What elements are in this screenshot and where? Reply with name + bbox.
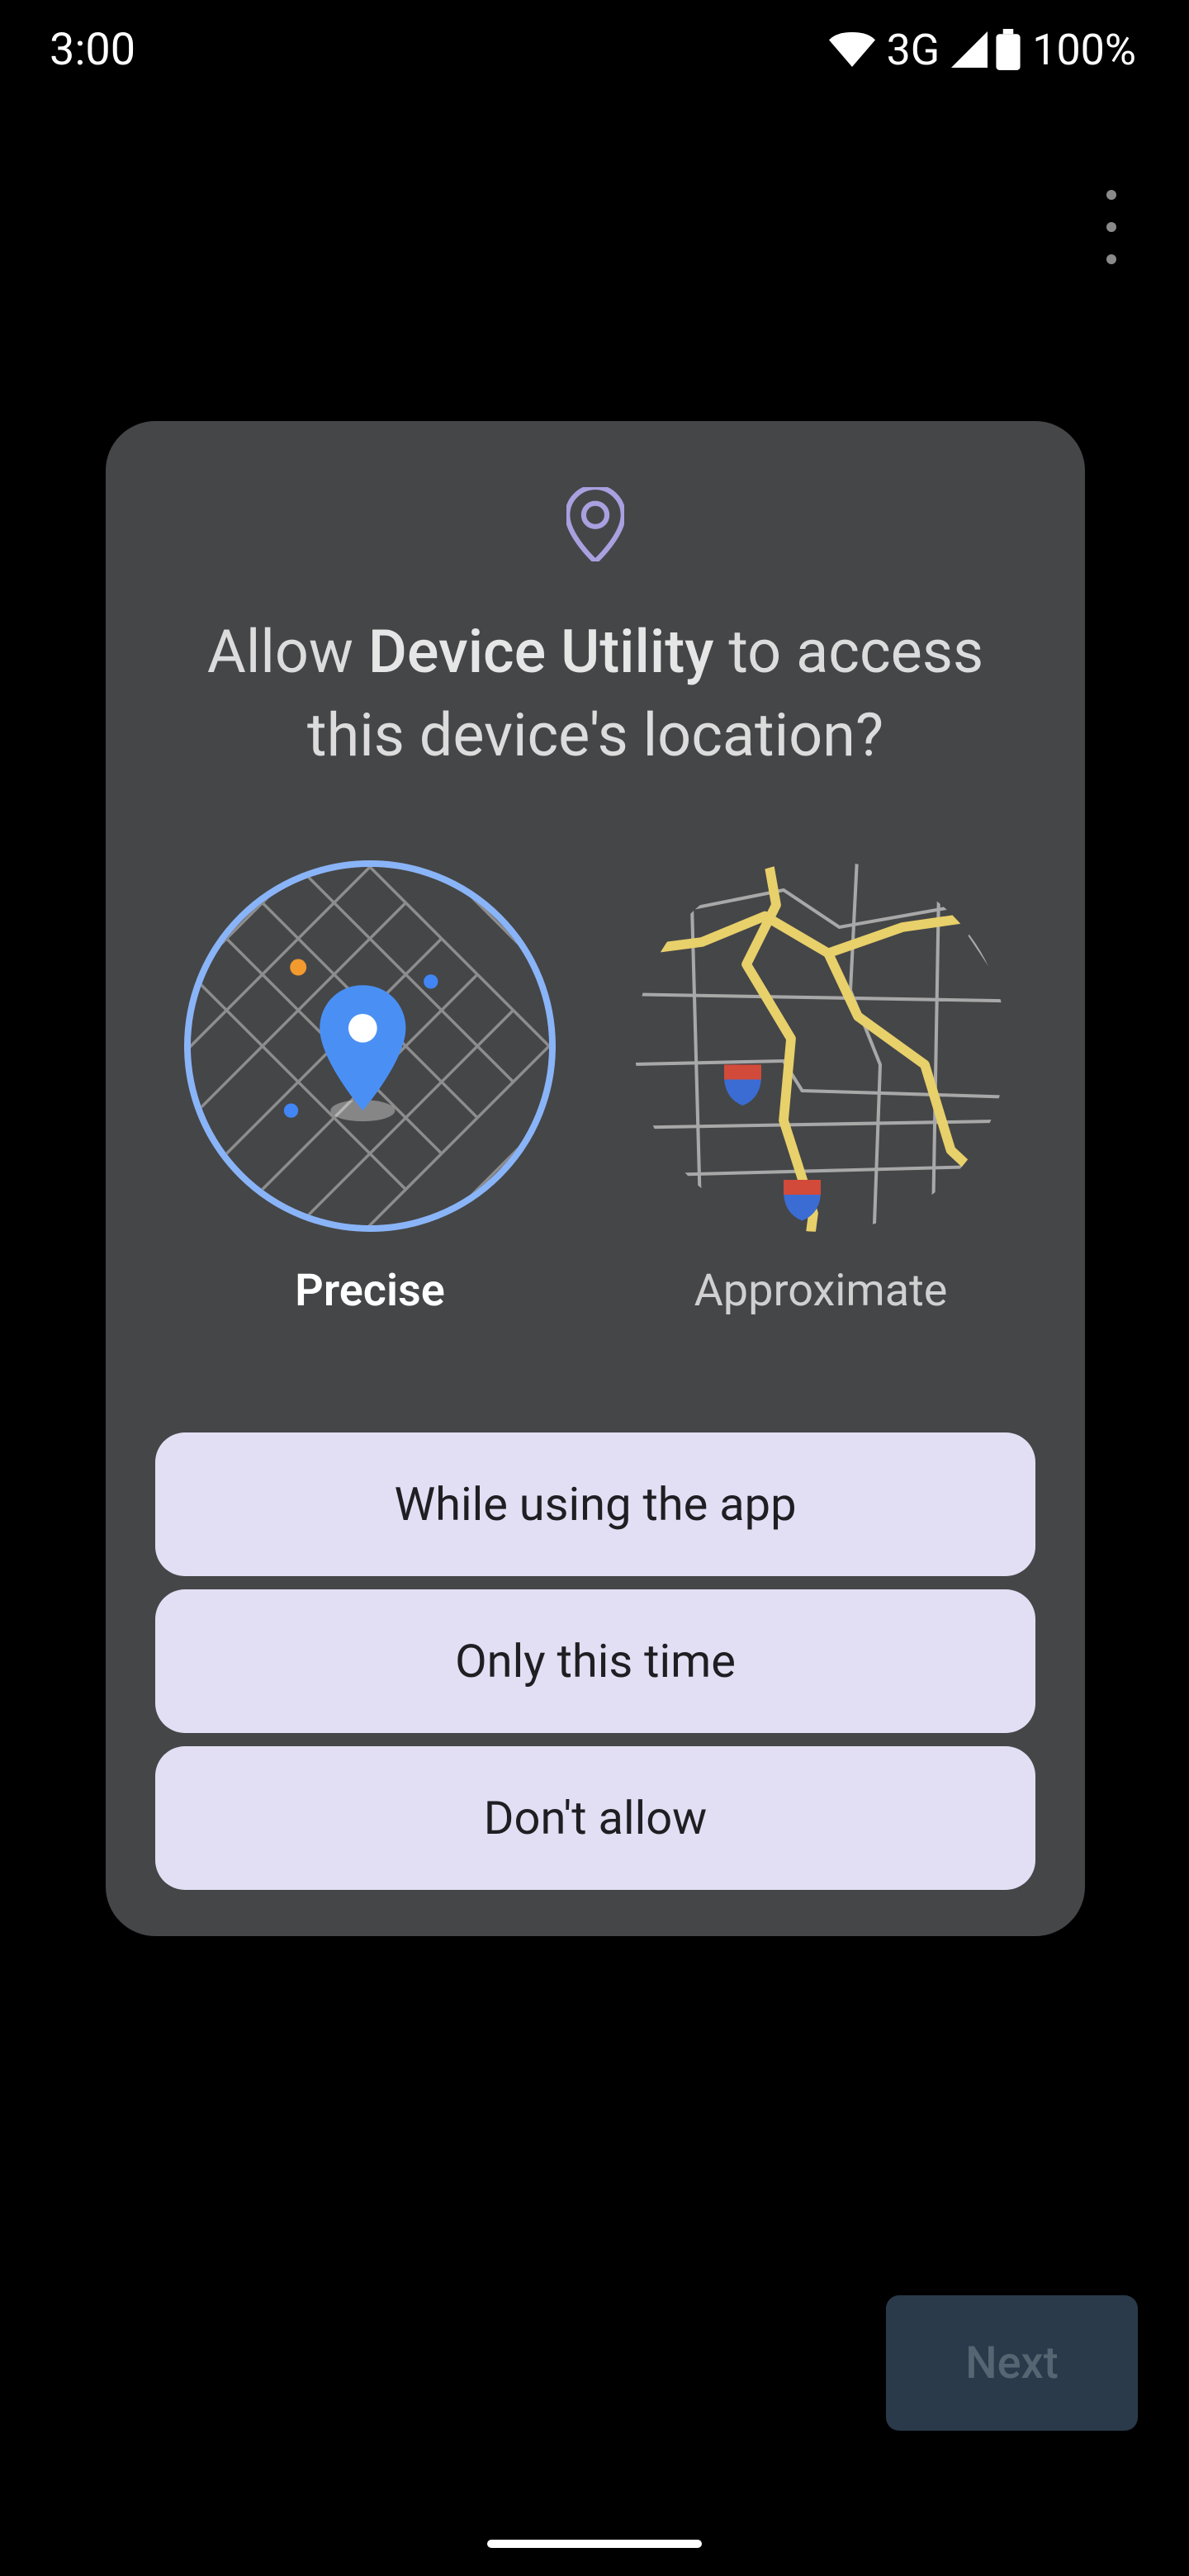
battery-percent: 100% (1032, 25, 1136, 75)
precise-label: Precise (295, 1265, 445, 1317)
dont-allow-button[interactable]: Don't allow (155, 1746, 1035, 1890)
approximate-map-icon (635, 860, 1007, 1232)
location-permission-dialog: Allow Device Utility to access this devi… (106, 421, 1085, 1936)
overflow-dot-icon (1106, 190, 1116, 200)
wifi-icon (829, 31, 875, 68)
network-type: 3G (887, 25, 940, 75)
location-pin-icon (155, 487, 1035, 561)
next-button[interactable]: Next (886, 2295, 1138, 2431)
permission-title: Allow Device Utility to access this devi… (155, 611, 1035, 778)
accuracy-option-approximate[interactable]: Approximate (623, 860, 1019, 1317)
accuracy-options: Precise (155, 860, 1035, 1317)
permission-action-buttons: While using the app Only this time Don't… (155, 1432, 1035, 1890)
cellular-icon (951, 31, 988, 68)
approximate-label: Approximate (694, 1265, 948, 1317)
app-name: Device Utility (368, 617, 714, 687)
battery-icon (996, 29, 1021, 70)
only-this-time-button[interactable]: Only this time (155, 1589, 1035, 1733)
overflow-dot-icon (1106, 254, 1116, 264)
status-bar: 3:00 3G 100% (0, 0, 1189, 99)
overflow-dot-icon (1106, 222, 1116, 232)
title-prefix: Allow (207, 617, 368, 687)
status-right: 3G 100% (829, 25, 1139, 75)
accuracy-option-precise[interactable]: Precise (172, 860, 568, 1317)
precise-map-icon (184, 860, 556, 1232)
navigation-handle[interactable] (487, 2540, 702, 2548)
status-time: 3:00 (50, 24, 135, 76)
overflow-menu-button[interactable] (1087, 190, 1136, 264)
while-using-app-button[interactable]: While using the app (155, 1432, 1035, 1576)
